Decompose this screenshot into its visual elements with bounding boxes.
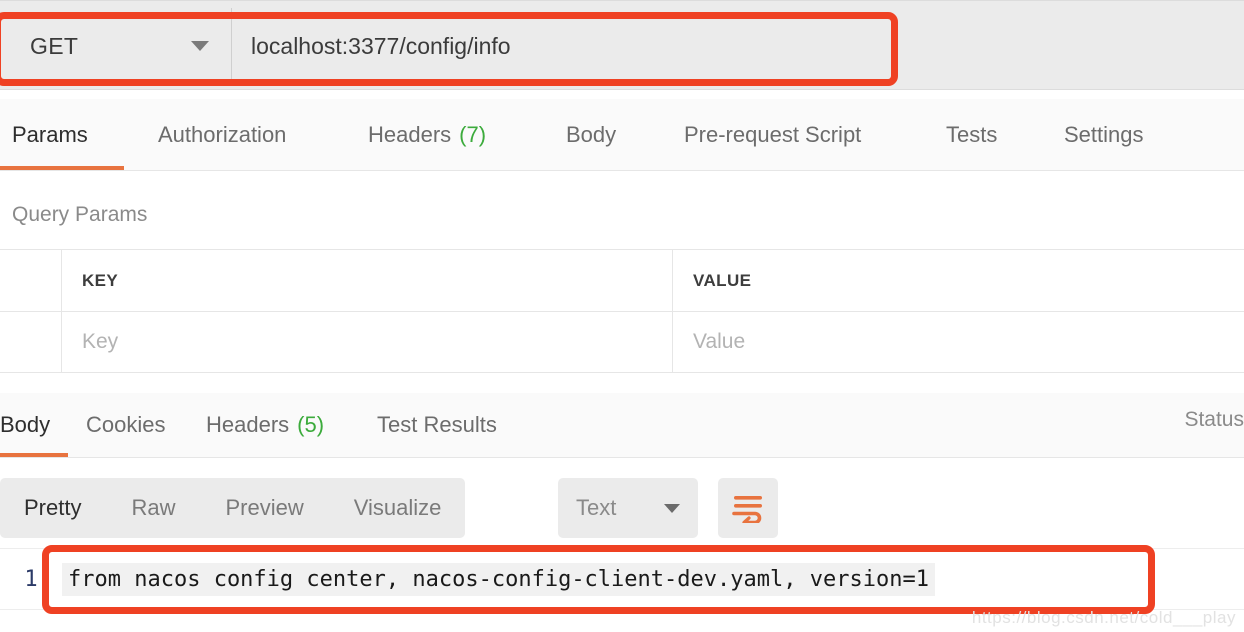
http-method-label: GET [30,32,79,59]
view-mode-visualize[interactable]: Visualize [354,495,442,521]
tab-headers-label: Headers [368,121,452,147]
chevron-down-icon [191,41,209,51]
tab-headers-count: (7) [459,121,487,147]
row-checkbox-cell[interactable] [0,312,62,372]
response-tab-body[interactable]: Body [0,393,68,457]
tab-authorization-label: Authorization [158,121,287,147]
tab-pre-request-script-label: Pre-request Script [684,121,862,147]
tab-tests-label: Tests [946,121,998,147]
url-input[interactable]: localhost:3377/config/info [233,8,1244,84]
view-mode-pretty[interactable]: Pretty [24,495,81,521]
key-input-placeholder: Key [82,330,119,353]
query-params-title: Query Params [12,203,148,226]
tab-body-label: Body [566,121,617,147]
tab-pre-request-script[interactable]: Pre-request Script [684,99,861,170]
response-status-label: Status [1184,408,1244,431]
query-params-table: KEY VALUE Key Value [0,249,1244,373]
tab-headers[interactable]: Headers (7) [368,99,486,170]
response-tab-cookies-label: Cookies [86,412,166,437]
row-key-cell[interactable]: Key [62,312,673,372]
column-header-value: VALUE [693,270,752,290]
response-tab-test-results[interactable]: Test Results [377,393,497,457]
response-tab-headers[interactable]: Headers (5) [206,393,324,457]
request-tabs-divider [0,170,1244,171]
view-mode-raw[interactable]: Raw [131,495,175,521]
line-number: 1 [24,566,38,592]
header-key-cell: KEY [62,250,673,311]
response-body-text: from nacos config center, nacos-config-c… [62,562,935,596]
wrap-lines-button[interactable] [718,478,778,538]
url-value: localhost:3377/config/info [251,32,511,59]
tab-authorization[interactable]: Authorization [158,99,286,170]
row-value-cell[interactable]: Value [673,312,1244,372]
response-tab-headers-count: (5) [297,412,325,437]
table-row: Key Value [0,311,1244,373]
view-mode-group: Pretty Raw Preview Visualize [0,478,466,538]
tab-params[interactable]: Params [0,99,124,170]
column-header-key: KEY [82,270,119,290]
view-mode-preview[interactable]: Preview [225,495,303,521]
value-input-placeholder: Value [693,330,746,353]
response-body-viewer[interactable]: 1 from nacos config center, nacos-config… [0,548,1244,610]
header-checkbox-cell [0,250,62,311]
http-method-dropdown[interactable]: GET [4,8,232,84]
header-value-cell: VALUE [673,250,1244,311]
chevron-down-icon [664,503,680,513]
tab-settings-label: Settings [1064,121,1144,147]
response-tab-bar: Body Cookies Headers (5) Test Results [0,393,1244,457]
tab-params-label: Params [12,121,88,147]
request-tab-bar: Params Authorization Headers (7) Body Pr… [0,99,1244,170]
tab-settings[interactable]: Settings [1064,99,1144,170]
response-tab-test-results-label: Test Results [377,412,497,437]
tab-tests[interactable]: Tests [946,99,997,170]
watermark: https://blog.csdn.net/cold___play [971,608,1236,627]
response-tab-body-label: Body [0,412,51,437]
response-tabs-divider [0,457,1244,458]
postman-screenshot: GET localhost:3377/config/info Params Au… [0,0,1244,632]
format-label: Text [576,495,617,520]
response-tab-cookies[interactable]: Cookies [86,393,165,457]
format-dropdown[interactable]: Text [558,478,698,538]
table-header-row: KEY VALUE [0,249,1244,311]
request-url-bar: GET localhost:3377/config/info [0,0,1244,90]
wrap-lines-icon [732,496,762,523]
tab-body[interactable]: Body [566,99,616,170]
response-tab-headers-label: Headers [206,412,290,437]
